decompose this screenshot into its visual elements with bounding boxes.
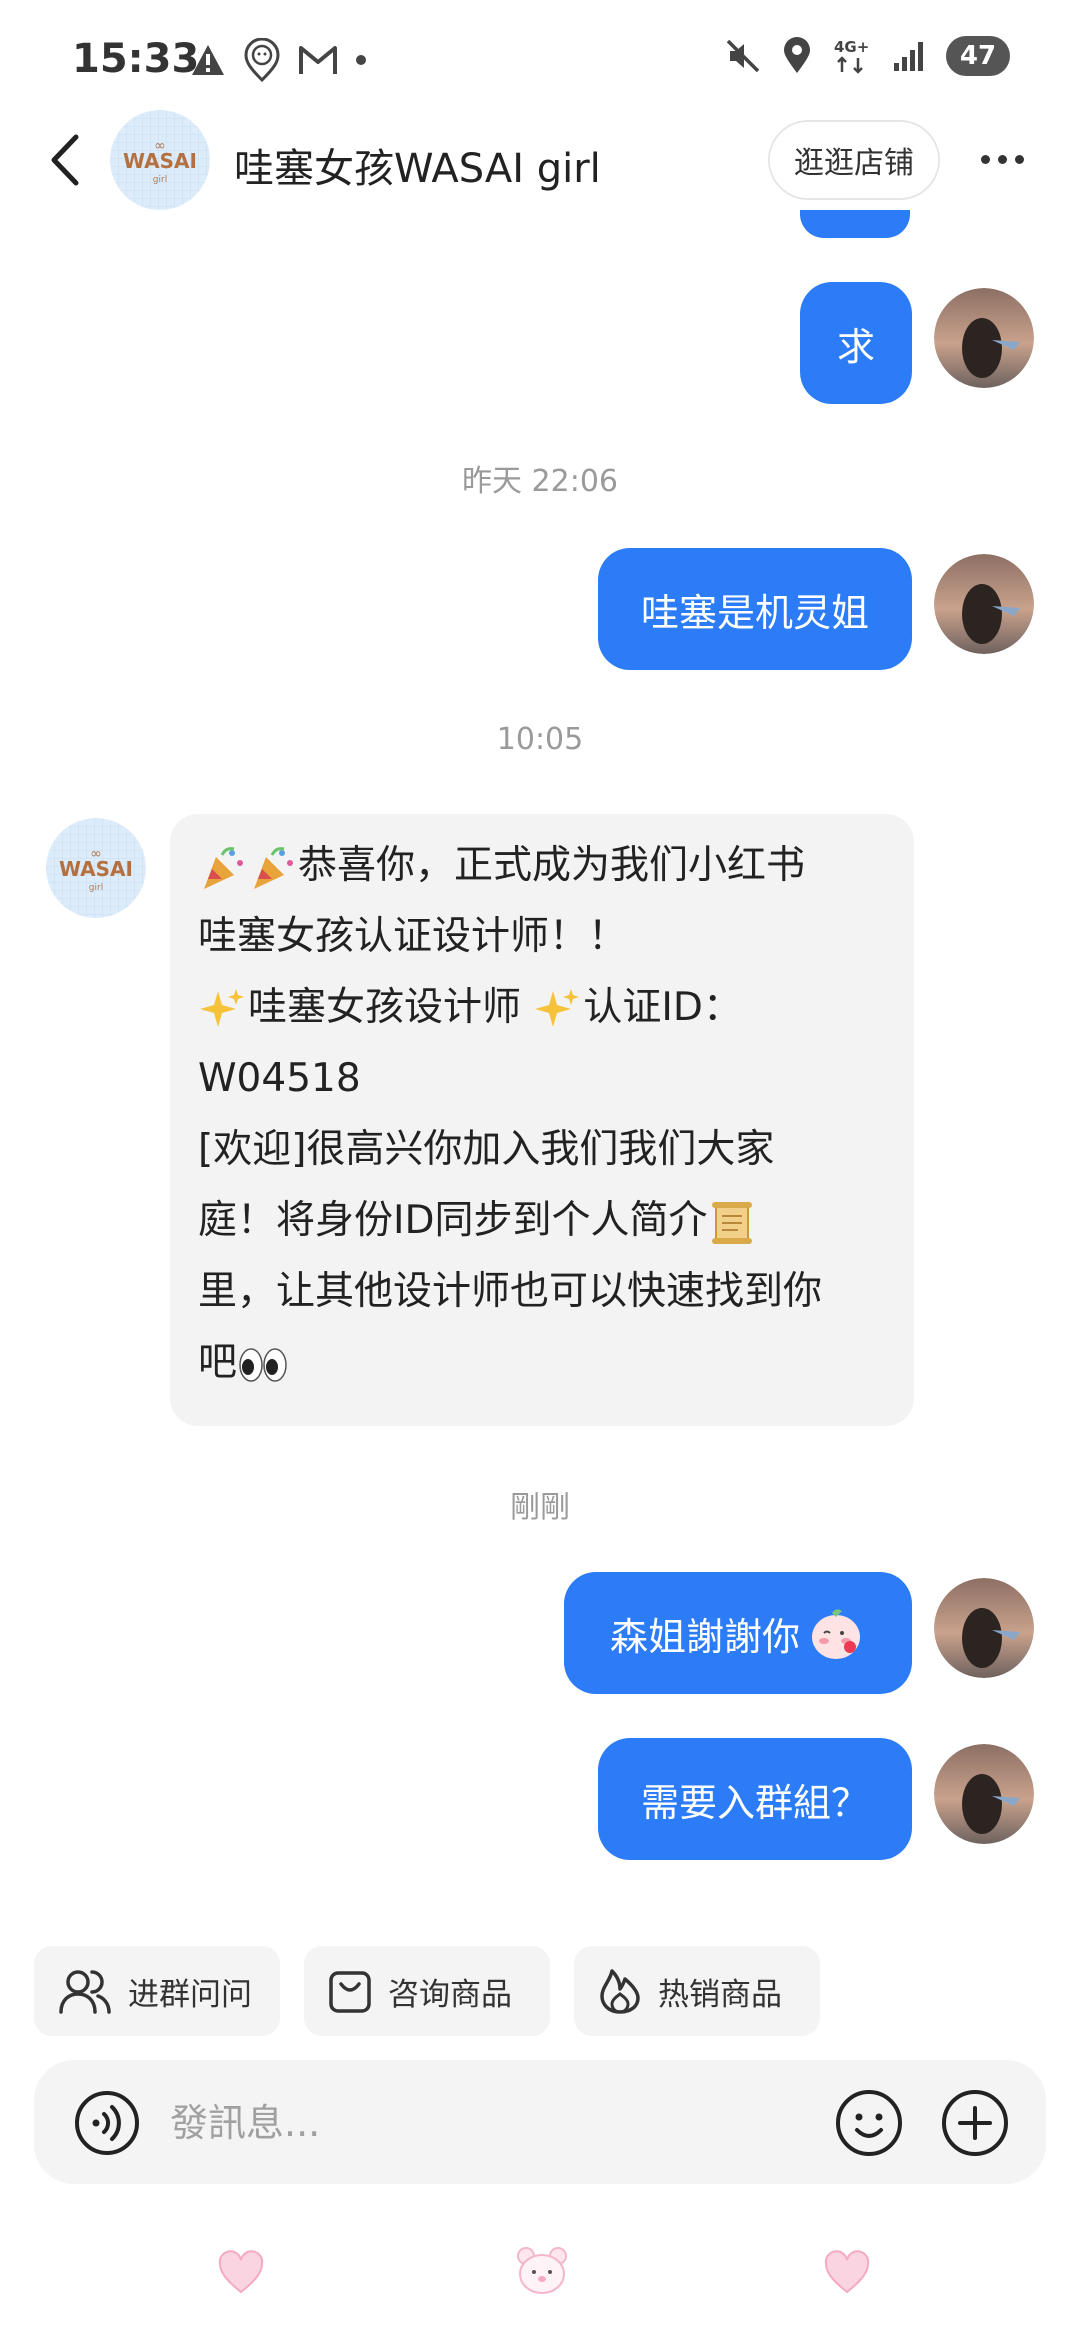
message-line: 哇塞女孩认证设计师！！: [198, 914, 628, 959]
user-avatar[interactable]: [934, 1578, 1034, 1678]
network-4g-icon: 4G+: [834, 38, 869, 74]
user-avatar-icon: [934, 554, 1034, 654]
quick-action-join-group[interactable]: 进群问问: [34, 1946, 280, 2036]
message-line: 里，让其他设计师也可以快速找到你: [198, 1269, 823, 1314]
timestamp: 10:05: [496, 722, 584, 757]
party-popper-icon: [204, 846, 243, 889]
status-time: 15:33: [72, 36, 200, 82]
user-avatar[interactable]: [934, 554, 1034, 654]
heart-sticker-left: [216, 2250, 266, 2300]
message-input[interactable]: [170, 2090, 730, 2156]
warning-icon: [192, 45, 224, 75]
message-text: 哇塞是机灵姐: [640, 590, 869, 635]
message-bubble-sent[interactable]: 需要入群組？: [598, 1738, 912, 1860]
face-location-icon: [244, 38, 280, 82]
timestamp: 剛剛: [510, 1490, 570, 1525]
eyes-icon: [239, 1347, 287, 1382]
bear-face-icon: [517, 2247, 567, 2294]
shop-button[interactable]: 逛逛店铺: [768, 120, 940, 200]
quick-action-label: 热销商品: [658, 1976, 782, 2013]
message-line: 吧: [198, 1327, 886, 1398]
message-text: 哇塞女孩设计师: [248, 985, 534, 1030]
message-text: 吧: [198, 1340, 238, 1385]
plus-circle-icon: [942, 2090, 1008, 2156]
message-bubble-received[interactable]: 恭喜你，正式成为我们小红书 哇塞女孩认证设计师！！ 哇塞女孩设计师 认证ID： …: [170, 814, 914, 1426]
bag-icon: [329, 1971, 371, 2013]
svg-text:WASAI: WASAI: [123, 149, 197, 173]
back-button[interactable]: [40, 128, 90, 192]
message-text: 庭！将身份ID同步到个人简介: [198, 1198, 708, 1243]
more-options-button[interactable]: [972, 134, 1032, 184]
chat-title: 哇塞女孩WASAI girl: [234, 146, 601, 192]
sparkles-icon: [535, 988, 580, 1027]
voice-button[interactable]: [74, 2090, 140, 2156]
message-line: W04518: [198, 1056, 361, 1101]
user-avatar-icon: [934, 1744, 1034, 1844]
user-avatar[interactable]: [934, 1744, 1034, 1844]
user-avatar-icon: [934, 1578, 1034, 1678]
message-line: 恭喜你，正式成为我们小红书: [198, 830, 886, 901]
more-dot-icon: [1014, 154, 1024, 164]
chevron-left-icon: [51, 134, 79, 186]
fire-icon: [600, 1969, 640, 2014]
more-dot-icon: [980, 154, 990, 164]
chat-header: ∞ WASAI girl 哇塞女孩WASAI girl 逛逛店铺: [0, 110, 1080, 210]
status-bar: 15:33 4G+ 47: [0, 0, 1080, 120]
smiley-icon: [836, 2090, 902, 2156]
bear-sticker: [514, 2244, 570, 2300]
status-left-icons: [190, 38, 368, 82]
message-text: 认证ID：: [583, 985, 742, 1030]
timestamp: 昨天 22:06: [462, 464, 618, 499]
message-bubble-sent[interactable]: 森姐謝謝你: [564, 1572, 912, 1694]
svg-text:girl: girl: [89, 883, 103, 893]
add-attachment-button[interactable]: [940, 2088, 1010, 2158]
quick-action-hot-products[interactable]: 热销商品: [574, 1946, 820, 2036]
message-line: 哇塞女孩设计师 认证ID：: [198, 972, 886, 1043]
svg-text:WASAI: WASAI: [59, 857, 133, 881]
message-line: 庭！将身份ID同步到个人简介: [198, 1185, 886, 1256]
shop-avatar[interactable]: ∞ WASAI girl: [46, 818, 146, 918]
sparkles-icon: [200, 988, 244, 1027]
message-input-bar: [34, 2060, 1046, 2184]
message-text: 需要入群組？: [640, 1780, 869, 1825]
wasai-logo-icon: ∞ WASAI girl: [110, 110, 210, 210]
emoji-button[interactable]: [834, 2088, 904, 2158]
message-text: 恭喜你，正式成为我们小红书: [298, 843, 806, 888]
message-line: [欢迎]很高兴你加入我们我们大家: [198, 1127, 775, 1172]
message-text: 求: [836, 324, 875, 369]
shop-avatar[interactable]: ∞ WASAI girl: [110, 110, 210, 210]
message-bubble-sent[interactable]: 哇塞是机灵姐: [598, 548, 912, 670]
svg-text:4G+: 4G+: [834, 38, 869, 56]
heart-icon: [218, 2250, 264, 2294]
signal-icon: [894, 42, 923, 71]
dot-icon: [356, 55, 366, 65]
user-avatar-icon: [934, 288, 1034, 388]
message-text: 森姐謝謝你: [609, 1614, 800, 1659]
gmail-icon: [299, 46, 337, 74]
party-popper-icon: [254, 846, 293, 889]
quick-action-consult-product[interactable]: 咨询商品: [304, 1946, 550, 2036]
voice-icon: [75, 2091, 139, 2155]
battery-indicator: 47: [946, 36, 1010, 76]
svg-text:girl: girl: [153, 175, 167, 185]
user-avatar[interactable]: [934, 288, 1034, 388]
mute-icon: [726, 39, 760, 73]
previous-message-bubble[interactable]: [800, 210, 910, 238]
status-right-icons: 4G+ 47: [724, 36, 1010, 76]
more-dot-icon: [997, 154, 1007, 164]
message-bubble-sent[interactable]: 求: [800, 282, 912, 404]
quick-actions: 进群问问 咨询商品 热销商品: [34, 1946, 820, 2036]
quick-action-label: 进群问问: [128, 1976, 252, 2013]
heart-icon: [824, 2250, 870, 2294]
location-icon: [784, 37, 810, 73]
scroll-icon: [711, 1201, 752, 1244]
blushing-peach-icon: [812, 1609, 860, 1659]
quick-action-label: 咨询商品: [388, 1976, 512, 2013]
wasai-logo-icon: ∞ WASAI girl: [46, 818, 146, 918]
group-icon: [59, 1970, 111, 2014]
heart-sticker-right: [822, 2250, 872, 2300]
